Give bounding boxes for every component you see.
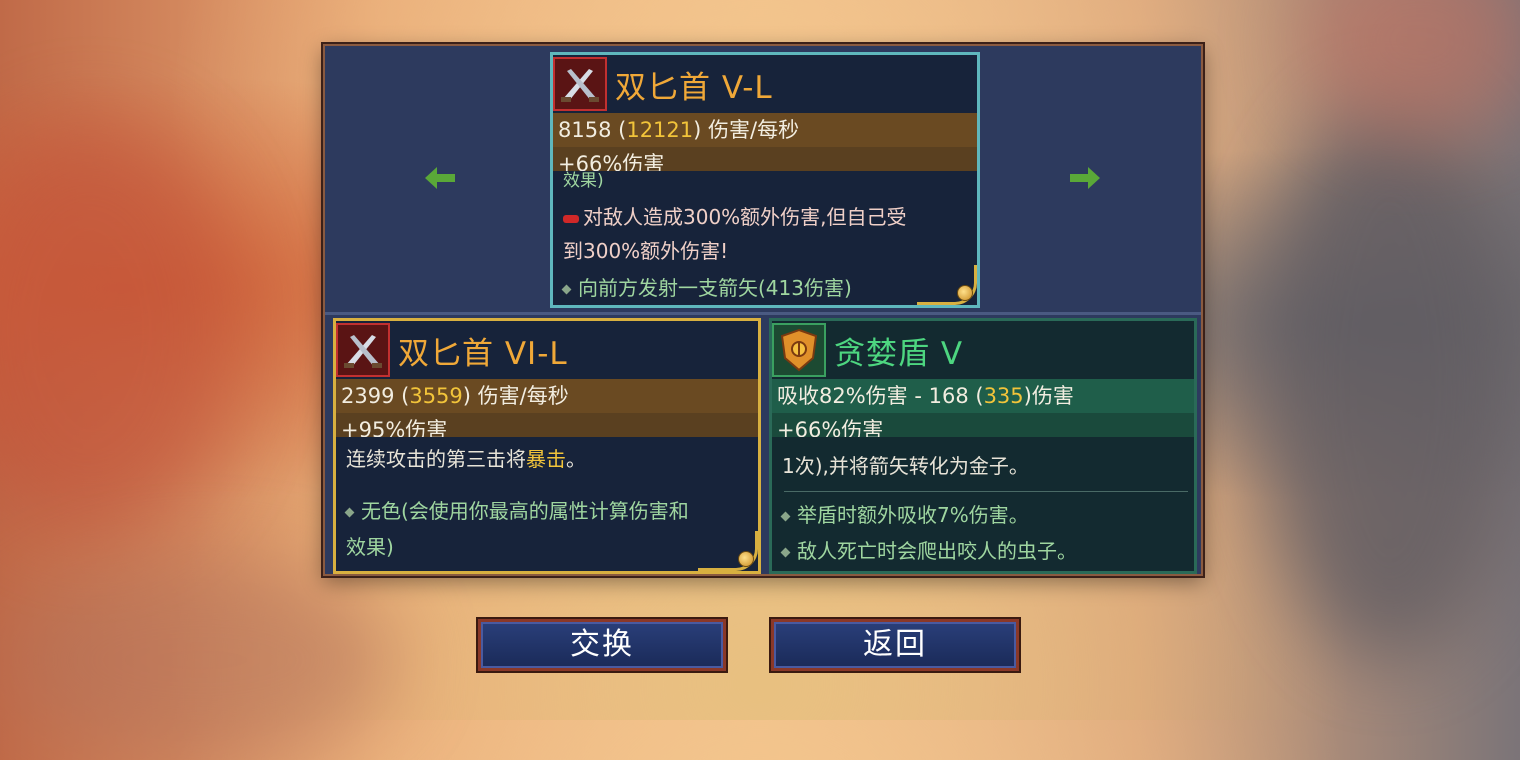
damage-bonus: +66%伤害 — [772, 413, 1194, 437]
item-header: 双匕首 V-L — [553, 55, 977, 113]
dps-unit: 伤害/每秒 — [708, 118, 800, 142]
item-name: 双匕首 V-L — [615, 69, 773, 106]
greed-shield-icon — [772, 323, 826, 377]
dps-row: 8158 (12121) 伤害/每秒 — [553, 113, 977, 147]
item-header: 双匕首 VI-L — [336, 321, 758, 379]
dps-value: 8158 — [558, 118, 612, 142]
bullet-icon — [780, 547, 791, 558]
dps-value: 2399 — [341, 384, 395, 408]
bullet-icon — [344, 507, 355, 518]
curse-icon — [563, 214, 579, 223]
effect-line: 无色(会使用你最高的属性计算伤害和 效果) — [344, 499, 689, 559]
separator — [784, 491, 1188, 492]
item-name: 双匕首 VI-L — [398, 335, 568, 372]
panel-divider — [325, 312, 1201, 315]
curse-description: 对敌人造成300%额外伤害,但自己受 到300%额外伤害! — [563, 205, 907, 263]
gem-icon — [957, 285, 973, 301]
back-button[interactable]: 返回 — [771, 619, 1019, 671]
bullet-icon — [561, 284, 572, 295]
absorb-crit-value: 335 — [983, 384, 1024, 408]
equipped-weapon-card[interactable]: 双匕首 VI-L 2399 (3559) 伤害/每秒 +95%伤害 连续攻击的第… — [333, 318, 761, 574]
swap-button[interactable]: 交换 — [478, 619, 726, 671]
gem-icon — [738, 551, 754, 567]
right-arrow-icon[interactable] — [1070, 167, 1100, 189]
effect-lines: 举盾时额外吸收7%伤害。 敌人死亡时会爬出咬人的虫子。 — [772, 497, 1194, 569]
bullet-icon — [780, 511, 791, 522]
new-item-card[interactable]: 双匕首 V-L 8158 (12121) 伤害/每秒 +66%伤害 效果) 对敌… — [550, 52, 980, 308]
dps-unit: 伤害/每秒 — [477, 384, 569, 408]
equipped-shield-card[interactable]: 贪婪盾 V 吸收82%伤害 - 168 (335)伤害 +66%伤害 1次),并… — [769, 318, 1197, 574]
damage-bonus: +66%伤害 — [553, 147, 977, 171]
left-arrow-icon[interactable] — [425, 167, 455, 189]
effect-line: 向前方发射一支箭矢(413伤害) — [553, 273, 977, 303]
item-header: 贪婪盾 V — [772, 321, 1194, 379]
item-description: 1次),并将箭矢转化为金子。 — [782, 454, 1029, 478]
item-name: 贪婪盾 V — [834, 335, 964, 372]
twin-daggers-icon — [553, 57, 607, 111]
twin-daggers-icon — [336, 323, 390, 377]
absorb-row: 吸收82%伤害 - 168 (335)伤害 — [772, 379, 1194, 413]
dps-crit-value: 3559 — [409, 384, 463, 408]
dps-crit-value: 12121 — [626, 118, 694, 142]
item-description: 连续攻击的第三击将暴击。 — [346, 447, 586, 471]
damage-bonus: +95%伤害 — [336, 413, 758, 437]
dps-row: 2399 (3559) 伤害/每秒 — [336, 379, 758, 413]
cutoff-text: 效果) — [563, 171, 604, 191]
weapon-compare-panel: 双匕首 V-L 8158 (12121) 伤害/每秒 +66%伤害 效果) 对敌… — [323, 44, 1203, 576]
